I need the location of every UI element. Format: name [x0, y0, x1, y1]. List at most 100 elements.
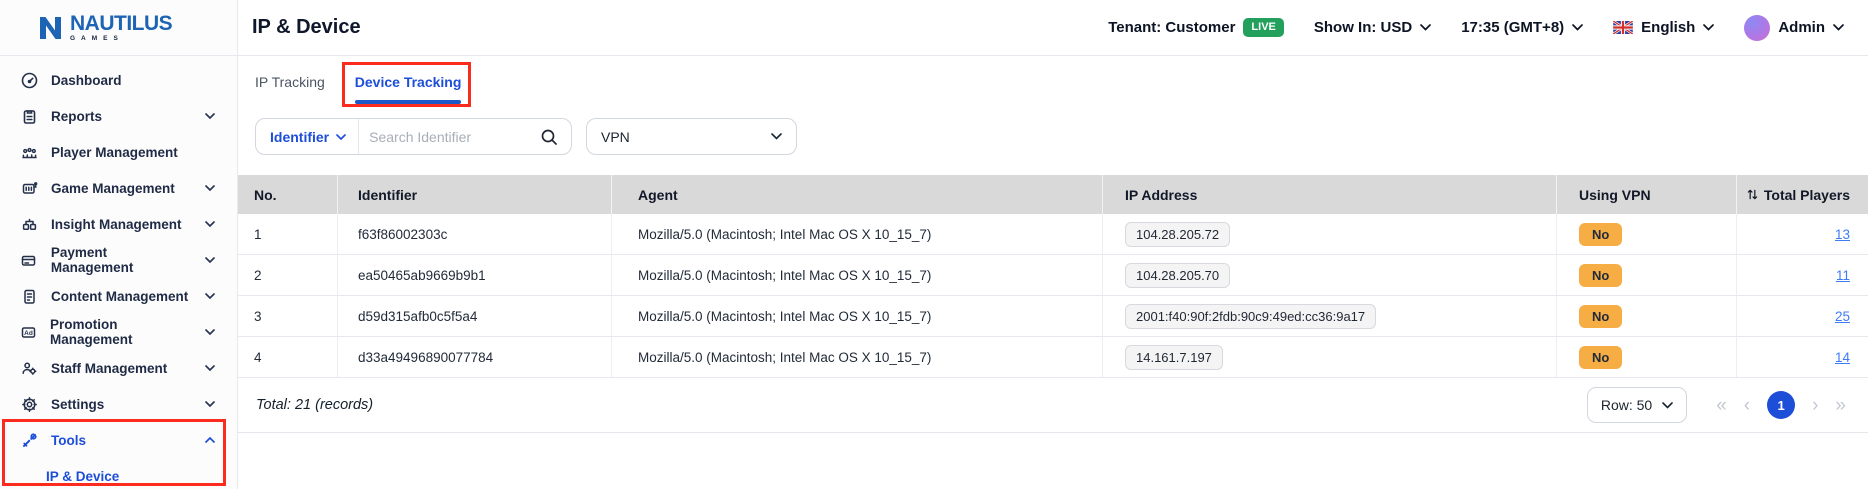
main-content: IP & Device Tenant: Customer LIVE Show I…: [238, 0, 1868, 489]
vpn-status-badge: No: [1579, 346, 1622, 369]
sidebar-item-content-management[interactable]: Content Management: [0, 278, 237, 314]
chevron-down-icon: [205, 257, 215, 263]
table-row[interactable]: 3 d59d315afb0c5f5a4 Mozilla/5.0 (Macinto…: [238, 296, 1868, 337]
reports-icon: [20, 107, 38, 125]
vpn-filter-select[interactable]: VPN: [586, 118, 797, 155]
filter-bar: Identifier VPN: [238, 118, 1868, 155]
topbar: IP & Device Tenant: Customer LIVE Show I…: [238, 0, 1868, 56]
ip-tag: 14.161.7.197: [1125, 345, 1223, 370]
cell-identifier: d33a49496890077784: [338, 337, 612, 377]
footer-controls: Row: 50 « ‹ 1 › »: [1587, 387, 1846, 423]
current-page-button[interactable]: 1: [1767, 391, 1795, 419]
currency-dropdown[interactable]: Show In: USD: [1314, 19, 1431, 36]
brand-logo[interactable]: NAUTILUS GAMES: [0, 0, 237, 56]
ip-tag: 104.28.205.72: [1125, 222, 1230, 247]
table-body: 1 f63f86002303c Mozilla/5.0 (Macintosh; …: [238, 214, 1868, 378]
chevron-up-icon: [205, 437, 215, 443]
cell-no: 2: [238, 255, 338, 295]
table-footer: Total: 21 (records) Row: 50 « ‹ 1 › »: [238, 378, 1868, 433]
last-page-button[interactable]: »: [1835, 396, 1846, 415]
sidebar-item-payment-management[interactable]: Payment Management: [0, 242, 237, 278]
content-icon: [20, 287, 38, 305]
sidebar-item-label: Game Management: [51, 181, 175, 196]
avatar: [1744, 15, 1770, 41]
sidebar-item-label: Insight Management: [51, 217, 182, 232]
cell-agent: Mozilla/5.0 (Macintosh; Intel Mac OS X 1…: [612, 337, 1103, 377]
sidebar-item-dashboard[interactable]: Dashboard: [0, 62, 237, 98]
pagination: « ‹ 1 › »: [1716, 391, 1846, 419]
cell-ip-address: 2001:f40:90f:2fdb:90c9:49ed:cc36:9a17: [1103, 296, 1557, 336]
first-page-button[interactable]: «: [1716, 396, 1727, 415]
cell-no: 4: [238, 337, 338, 377]
search-field-dropdown[interactable]: Identifier: [256, 119, 359, 154]
previous-page-button[interactable]: ‹: [1744, 396, 1750, 415]
sidebar-item-label: Settings: [51, 397, 104, 412]
sort-icon[interactable]: [1746, 188, 1759, 201]
table-row[interactable]: 2 ea50465ab9669b9b1 Mozilla/5.0 (Macinto…: [238, 255, 1868, 296]
time-label: 17:35 (GMT+8): [1461, 19, 1564, 36]
tenant-label: Tenant: Customer: [1108, 19, 1235, 36]
cell-identifier: ea50465ab9669b9b1: [338, 255, 612, 295]
search-icon[interactable]: [540, 128, 571, 146]
column-header-agent: Agent: [612, 175, 1103, 214]
timezone-dropdown[interactable]: 17:35 (GMT+8): [1461, 19, 1583, 36]
chevron-down-icon: [1833, 24, 1844, 31]
sidebar-item-label: Reports: [51, 109, 102, 124]
search-input[interactable]: [359, 129, 540, 145]
column-header-no: No.: [238, 175, 338, 214]
sidebar-subitem-label: IP & Device: [46, 469, 119, 484]
cell-agent: Mozilla/5.0 (Macintosh; Intel Mac OS X 1…: [612, 214, 1103, 254]
total-players-link[interactable]: 13: [1835, 227, 1850, 242]
tab-device-tracking[interactable]: Device Tracking: [355, 56, 462, 108]
sidebar-item-promotion-management[interactable]: Ad Promotion Management: [0, 314, 237, 350]
tab-ip-tracking[interactable]: IP Tracking: [255, 56, 325, 108]
language-dropdown[interactable]: English: [1613, 19, 1714, 36]
sidebar-item-label: Dashboard: [51, 73, 122, 88]
nautilus-logo-icon: [37, 14, 64, 41]
chevron-down-icon: [205, 293, 215, 299]
cell-total-players: 13: [1737, 214, 1868, 254]
sidebar-item-settings[interactable]: Settings: [0, 386, 237, 422]
table-row[interactable]: 1 f63f86002303c Mozilla/5.0 (Macintosh; …: [238, 214, 1868, 255]
sidebar-item-tools[interactable]: Tools: [0, 422, 237, 458]
total-players-link[interactable]: 11: [1836, 268, 1850, 283]
sidebar-item-reports[interactable]: Reports: [0, 98, 237, 134]
cell-agent: Mozilla/5.0 (Macintosh; Intel Mac OS X 1…: [612, 255, 1103, 295]
vpn-status-badge: No: [1579, 264, 1622, 287]
currency-label: Show In: USD: [1314, 19, 1412, 36]
vpn-filter-label: VPN: [601, 129, 630, 145]
uk-flag-icon: [1613, 21, 1633, 34]
staff-icon: [20, 359, 38, 377]
chevron-down-icon: [205, 221, 215, 227]
cell-agent: Mozilla/5.0 (Macintosh; Intel Mac OS X 1…: [612, 296, 1103, 336]
rows-per-page-select[interactable]: Row: 50: [1587, 387, 1687, 423]
search-field-label: Identifier: [270, 129, 329, 145]
cell-total-players: 14: [1737, 337, 1868, 377]
chevron-down-icon: [336, 134, 346, 140]
rows-per-page-label: Row: 50: [1601, 397, 1652, 413]
cell-ip-address: 104.28.205.72: [1103, 214, 1557, 254]
sidebar-nav: Dashboard Reports Player Management Game…: [0, 56, 237, 494]
cell-ip-address: 14.161.7.197: [1103, 337, 1557, 377]
cell-no: 3: [238, 296, 338, 336]
column-header-total-players[interactable]: Total Players: [1737, 175, 1868, 214]
language-label: English: [1641, 19, 1695, 36]
sidebar-item-game-management[interactable]: Game Management: [0, 170, 237, 206]
sidebar-item-insight-management[interactable]: Insight Management: [0, 206, 237, 242]
players-icon: [20, 143, 38, 161]
total-players-link[interactable]: 25: [1835, 309, 1850, 324]
sidebar-item-player-management[interactable]: Player Management: [0, 134, 237, 170]
table-row[interactable]: 4 d33a49496890077784 Mozilla/5.0 (Macint…: [238, 337, 1868, 378]
ip-tag: 2001:f40:90f:2fdb:90c9:49ed:cc36:9a17: [1125, 304, 1376, 329]
chevron-down-icon: [205, 365, 215, 371]
cell-using-vpn: No: [1557, 214, 1737, 254]
payment-icon: [20, 251, 38, 269]
identifier-search-group: Identifier: [255, 118, 572, 155]
next-page-button[interactable]: ›: [1812, 396, 1818, 415]
user-menu[interactable]: Admin: [1744, 15, 1844, 41]
sidebar-item-staff-management[interactable]: Staff Management: [0, 350, 237, 386]
live-badge: LIVE: [1243, 18, 1283, 37]
game-icon: [20, 179, 38, 197]
gear-icon: [20, 395, 38, 413]
total-players-link[interactable]: 14: [1835, 350, 1850, 365]
